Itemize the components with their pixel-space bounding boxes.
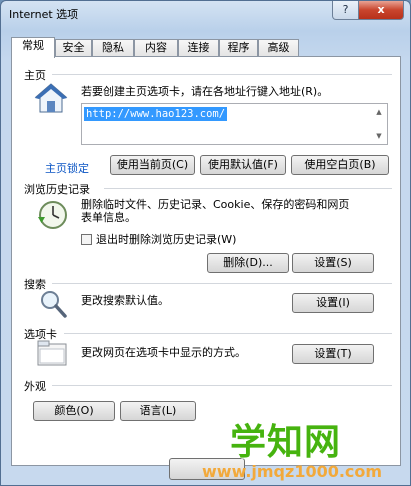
tab-privacy[interactable]: 隐私: [92, 39, 134, 57]
tab-programs[interactable]: 程序: [219, 39, 258, 57]
history-description-line1: 删除临时文件、历史记录、Cookie、保存的密码和网页: [81, 198, 350, 211]
tab-connections[interactable]: 连接: [178, 39, 219, 57]
delete-on-exit-checkbox[interactable]: [81, 234, 92, 245]
window-title: Internet 选项: [9, 8, 79, 21]
search-settings-button[interactable]: 设置(I): [292, 293, 374, 313]
tab-advanced[interactable]: 高级: [258, 39, 299, 57]
tabs-divider: [64, 333, 392, 334]
tabbed-window-icon: [37, 340, 67, 366]
languages-button[interactable]: 语言(L): [120, 401, 196, 421]
home-url-value: http://www.hao123.com/: [84, 107, 228, 121]
delete-on-exit-label: 退出时删除浏览历史记录(W): [96, 233, 237, 246]
help-button[interactable]: ?: [332, 1, 359, 20]
history-section-title: 浏览历史记录: [24, 183, 90, 196]
watermark-url: www.jmqz1000.com: [202, 462, 383, 481]
home-lock-link[interactable]: 主页锁定: [45, 160, 89, 176]
appearance-divider: [52, 385, 392, 386]
history-settings-button[interactable]: 设置(S): [292, 253, 374, 273]
history-description-line2: 表单信息。: [81, 211, 136, 224]
appearance-section-title: 外观: [24, 380, 46, 393]
home-section-title: 主页: [24, 69, 46, 82]
tab-security[interactable]: 安全: [55, 39, 92, 57]
colors-button[interactable]: 颜色(O): [33, 401, 115, 421]
watermark-title: 学知网: [230, 422, 342, 463]
use-blank-page-button[interactable]: 使用空白页(B): [291, 155, 389, 175]
home-divider: [52, 74, 392, 75]
use-current-page-button[interactable]: 使用当前页(C): [110, 155, 195, 175]
tab-general[interactable]: 常规: [11, 37, 55, 58]
delete-history-button[interactable]: 删除(D)...: [207, 253, 289, 273]
textarea-scroll-up[interactable]: ▲: [372, 106, 386, 118]
search-description: 更改搜索默认值。: [81, 294, 169, 307]
home-url-textarea[interactable]: http://www.hao123.com/ ▲ ▼: [81, 103, 388, 145]
clock-history-icon: [38, 201, 67, 229]
internet-options-window: Internet 选项 ? x 常规 安全 隐私 内容 连接 程序 高级 主页 …: [0, 0, 411, 486]
textarea-scroll-down[interactable]: ▼: [372, 130, 386, 142]
close-button[interactable]: x: [358, 1, 404, 20]
tabs-settings-button[interactable]: 设置(T): [292, 344, 374, 364]
general-tab-panel: 主页 若要创建主页选项卡，请在各地址行键入地址(R)。 http://www.h…: [11, 56, 401, 466]
home-description: 若要创建主页选项卡，请在各地址行键入地址(R)。: [81, 85, 329, 98]
tab-content[interactable]: 内容: [134, 39, 178, 57]
search-divider: [52, 283, 392, 284]
search-magnifier-icon: [41, 291, 67, 318]
tabs-description: 更改网页在选项卡中显示的方式。: [81, 346, 246, 359]
use-default-button[interactable]: 使用默认值(F): [200, 155, 286, 175]
history-divider: [104, 188, 392, 189]
house-icon: [34, 83, 68, 113]
